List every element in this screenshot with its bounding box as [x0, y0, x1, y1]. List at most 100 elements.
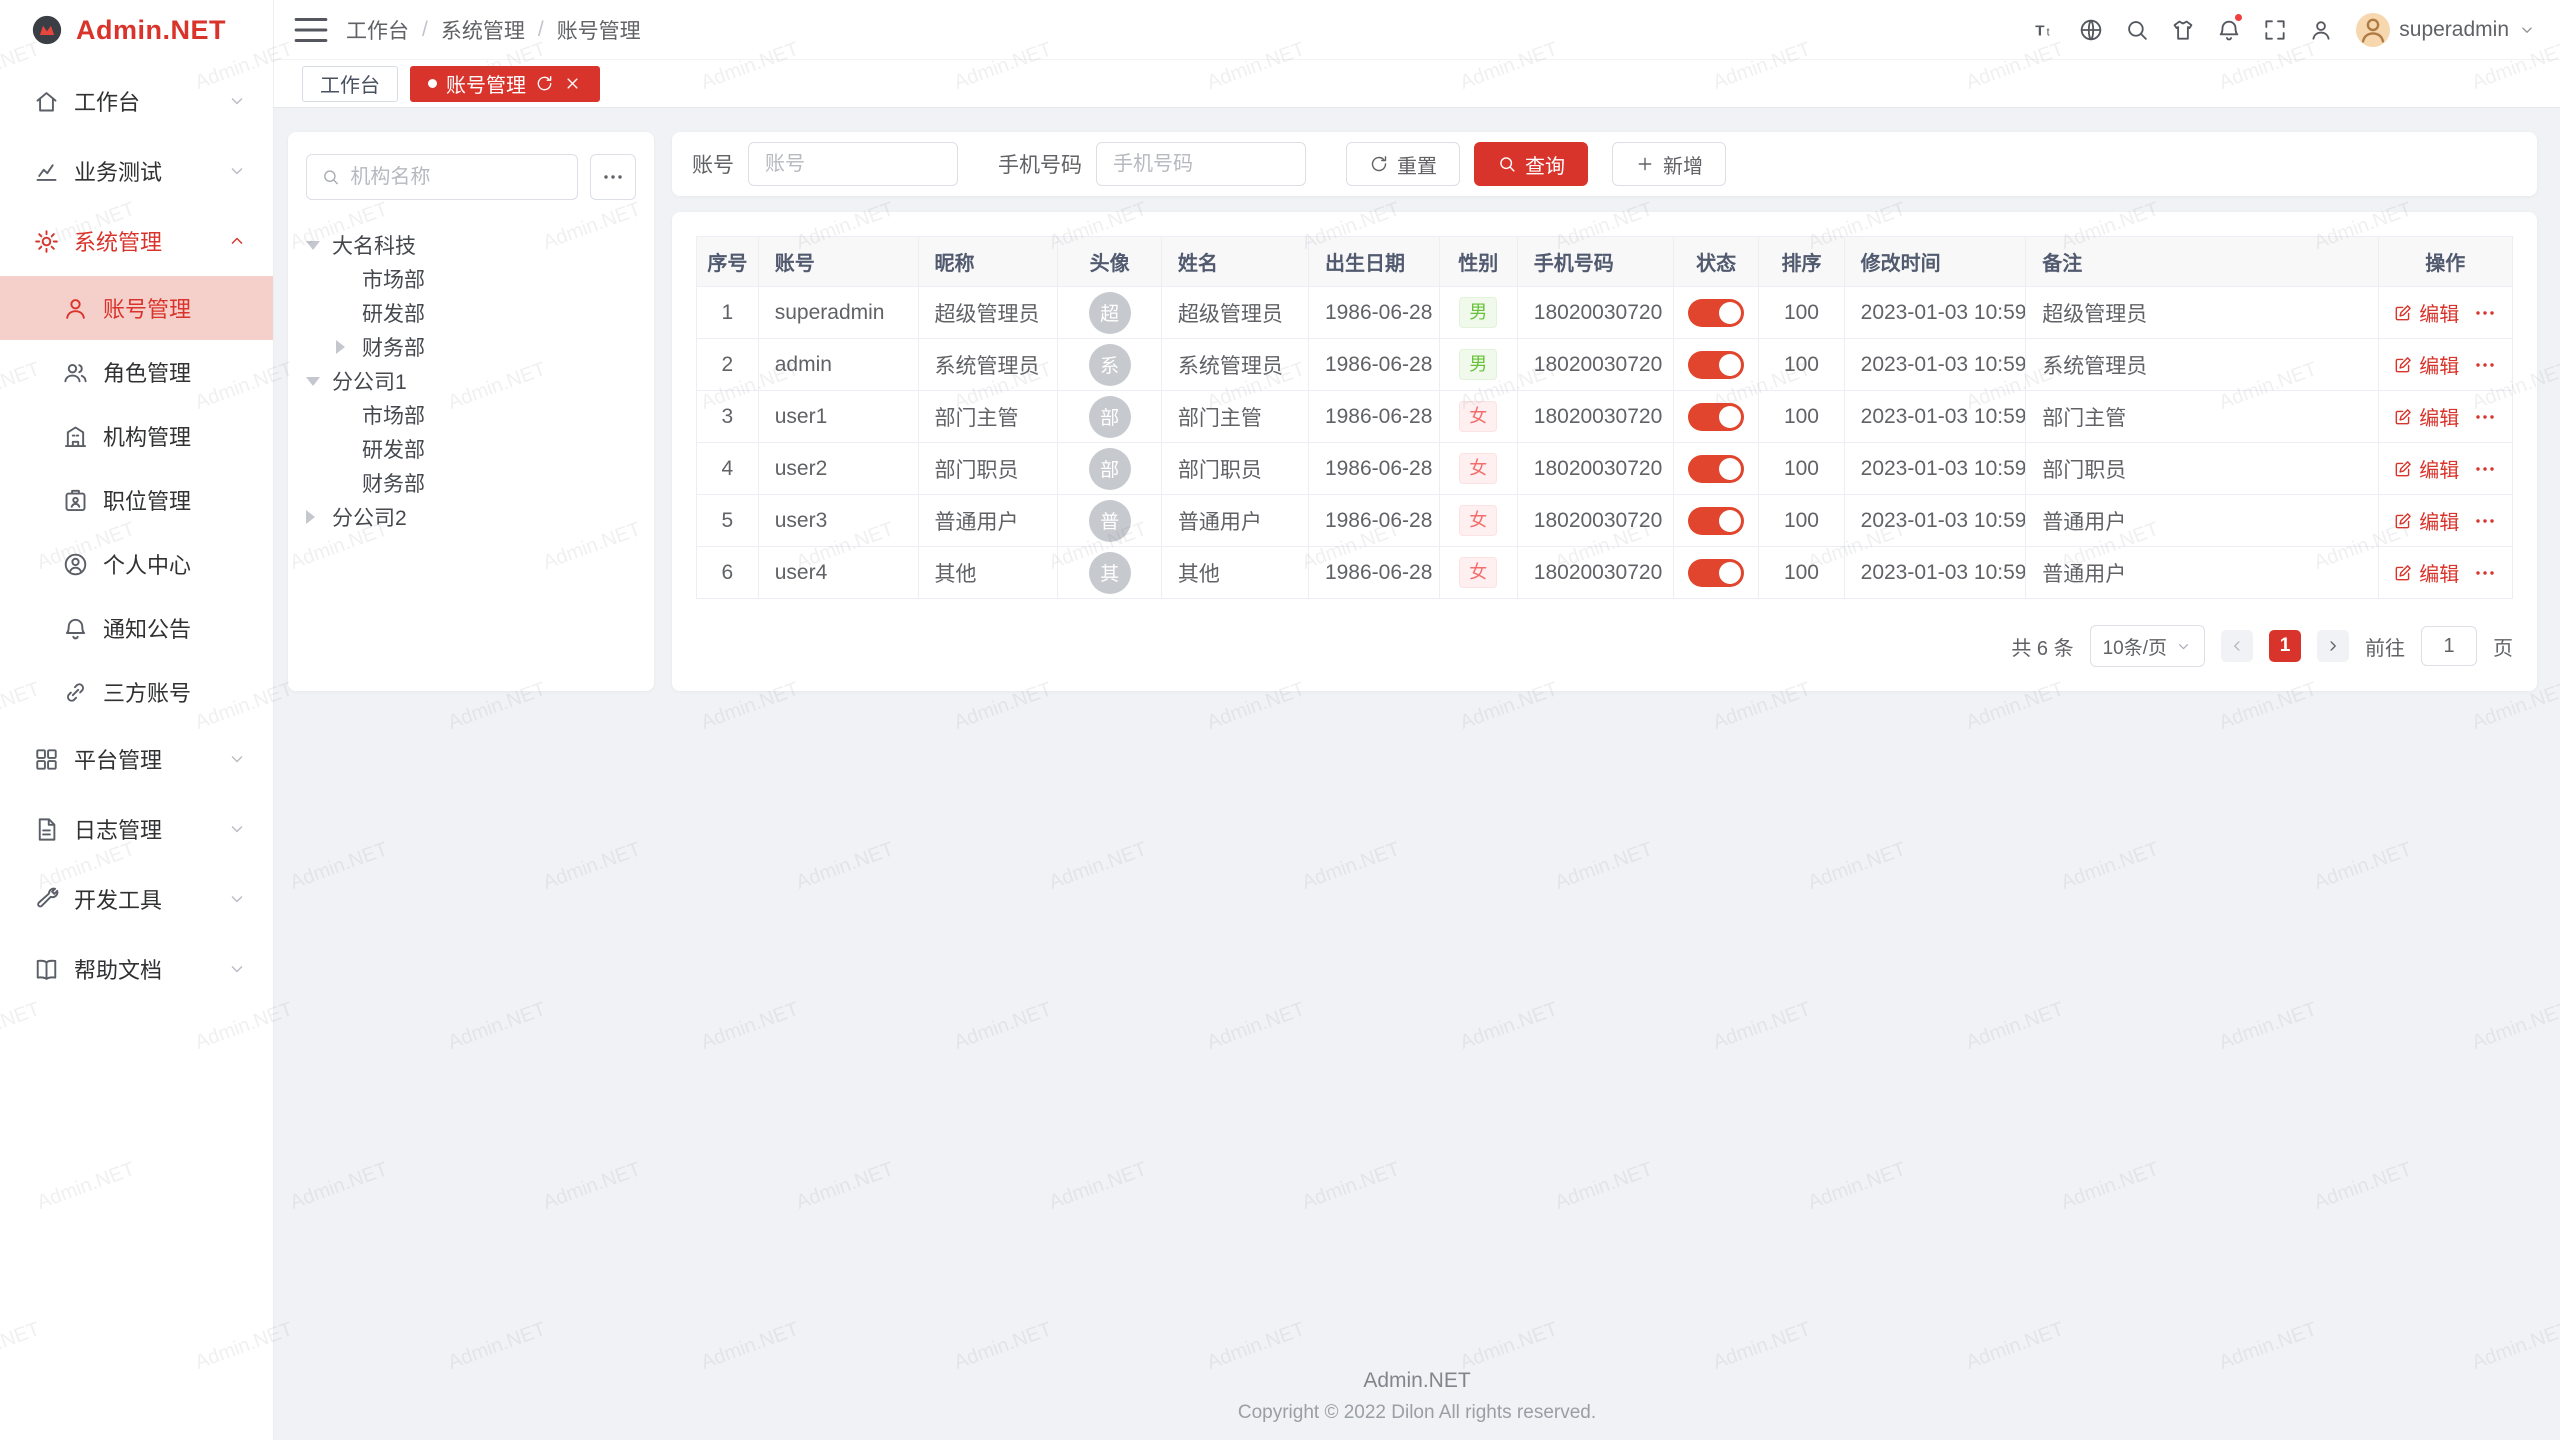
- sidebar-item-role-manage[interactable]: 角色管理: [0, 340, 273, 404]
- sidebar-item-system-manage[interactable]: 系统管理: [0, 206, 273, 276]
- user-menu[interactable]: superadmin: [2356, 13, 2536, 47]
- sidebar-item-help-doc[interactable]: 帮助文档: [0, 934, 273, 1004]
- search-button[interactable]: [2116, 7, 2158, 53]
- logo[interactable]: Admin.NET: [0, 0, 273, 60]
- page-body: 大名科技市场部研发部财务部分公司1市场部研发部财务部分公司2 账号 手机号码 重…: [274, 108, 2560, 1440]
- tree-node[interactable]: 大名科技: [306, 228, 636, 262]
- grid-icon: [33, 746, 60, 773]
- sidebar-item-platform-manage[interactable]: 平台管理: [0, 724, 273, 794]
- status-toggle[interactable]: [1688, 507, 1744, 535]
- cell-gender: 女: [1439, 443, 1517, 495]
- edit-button[interactable]: 编辑: [2393, 350, 2459, 379]
- cell-sort: 100: [1759, 391, 1844, 443]
- tree-node[interactable]: 分公司2: [306, 500, 636, 534]
- sidebar-item-dev-tools[interactable]: 开发工具: [0, 864, 273, 934]
- tree-node[interactable]: 市场部: [306, 262, 636, 296]
- home-icon: [33, 88, 60, 115]
- tree-node[interactable]: 财务部: [306, 466, 636, 500]
- cell-avatar: 部: [1058, 391, 1162, 443]
- cell-birth: 1986-06-28: [1308, 495, 1439, 547]
- status-toggle[interactable]: [1688, 351, 1744, 379]
- cell-seq: 5: [697, 495, 759, 547]
- cell-ops: 编辑: [2378, 339, 2512, 391]
- edit-button[interactable]: 编辑: [2393, 506, 2459, 535]
- tree-expand-caret[interactable]: [306, 510, 332, 524]
- sidebar-item-notice[interactable]: 通知公告: [0, 596, 273, 660]
- next-page-button[interactable]: [2317, 630, 2349, 662]
- reset-button[interactable]: 重置: [1346, 142, 1460, 186]
- goto-page-input[interactable]: [2421, 626, 2477, 666]
- edit-button[interactable]: 编辑: [2393, 402, 2459, 431]
- edit-button[interactable]: 编辑: [2393, 298, 2459, 327]
- theme-button[interactable]: [2162, 7, 2204, 53]
- status-toggle[interactable]: [1688, 455, 1744, 483]
- language-button[interactable]: [2070, 7, 2112, 53]
- table-section: 账号 手机号码 重置 查询: [672, 132, 2537, 691]
- menu-item-label: 业务测试: [74, 155, 213, 187]
- page-number-button[interactable]: 1: [2269, 630, 2301, 662]
- building-icon: [62, 423, 89, 450]
- notifications-button[interactable]: [2208, 7, 2250, 53]
- hamburger-menu-button[interactable]: [290, 7, 332, 53]
- breadcrumb-item[interactable]: 系统管理: [441, 15, 525, 45]
- edit-button[interactable]: 编辑: [2393, 558, 2459, 587]
- tab-close-button[interactable]: [563, 74, 582, 93]
- row-more-button[interactable]: [2473, 405, 2497, 429]
- org-search-input[interactable]: [350, 166, 563, 189]
- sidebar-item-org-manage[interactable]: 机构管理: [0, 404, 273, 468]
- tree-node-label: 财务部: [362, 468, 425, 498]
- sidebar-item-business-test[interactable]: 业务测试: [0, 136, 273, 206]
- org-search-field[interactable]: [306, 154, 578, 200]
- tab-account-manage[interactable]: 账号管理: [410, 66, 600, 102]
- status-toggle[interactable]: [1688, 299, 1744, 327]
- sidebar-item-log-manage[interactable]: 日志管理: [0, 794, 273, 864]
- tab-workbench[interactable]: 工作台: [302, 66, 398, 102]
- tree-expand-caret[interactable]: [306, 377, 332, 386]
- column-header: 状态: [1673, 237, 1758, 287]
- sidebar-item-account-manage[interactable]: 账号管理: [0, 276, 273, 340]
- tree-node[interactable]: 财务部: [306, 330, 636, 364]
- more-icon: [601, 165, 625, 189]
- row-more-button[interactable]: [2473, 509, 2497, 533]
- font-size-button[interactable]: Tt: [2024, 7, 2066, 53]
- prev-page-button[interactable]: [2221, 630, 2253, 662]
- add-button[interactable]: 新增: [1612, 142, 1726, 186]
- cell-birth: 1986-06-28: [1308, 443, 1439, 495]
- row-more-button[interactable]: [2473, 301, 2497, 325]
- menu-item-label: 工作台: [74, 85, 213, 117]
- tab-refresh-button[interactable]: [535, 74, 554, 93]
- cell-remark: 普通用户: [2026, 495, 2378, 547]
- tree-node[interactable]: 研发部: [306, 432, 636, 466]
- row-more-button[interactable]: [2473, 457, 2497, 481]
- status-toggle[interactable]: [1688, 403, 1744, 431]
- sidebar-item-position-manage[interactable]: 职位管理: [0, 468, 273, 532]
- fullscreen-button[interactable]: [2254, 7, 2296, 53]
- status-toggle[interactable]: [1688, 559, 1744, 587]
- sidebar-item-workbench[interactable]: 工作台: [0, 66, 273, 136]
- tree-node[interactable]: 研发部: [306, 296, 636, 330]
- account-filter-input[interactable]: [748, 142, 958, 186]
- cell-name: 普通用户: [1161, 495, 1308, 547]
- tree-more-button[interactable]: [590, 154, 636, 200]
- tree-expand-caret[interactable]: [336, 340, 362, 354]
- row-more-button[interactable]: [2473, 353, 2497, 377]
- tree-node[interactable]: 市场部: [306, 398, 636, 432]
- sidebar-item-third-account[interactable]: 三方账号: [0, 660, 273, 724]
- sidebar-item-personal-center[interactable]: 个人中心: [0, 532, 273, 596]
- breadcrumb-item[interactable]: 工作台: [346, 15, 409, 45]
- cell-sort: 100: [1759, 339, 1844, 391]
- accounts-table: 序号账号昵称头像姓名出生日期性别手机号码状态排序修改时间备注操作 1supera…: [696, 236, 2513, 599]
- page-size-select[interactable]: 10条/页: [2090, 625, 2205, 667]
- cell-avatar: 系: [1058, 339, 1162, 391]
- search-icon: [1497, 154, 1517, 174]
- tree-expand-caret[interactable]: [306, 241, 332, 250]
- user-icon: [62, 295, 89, 322]
- query-button[interactable]: 查询: [1474, 142, 1588, 186]
- cell-seq: 3: [697, 391, 759, 443]
- phone-filter-input[interactable]: [1096, 142, 1306, 186]
- profile-button[interactable]: [2300, 7, 2342, 53]
- row-more-button[interactable]: [2473, 561, 2497, 585]
- cell-birth: 1986-06-28: [1308, 391, 1439, 443]
- edit-button[interactable]: 编辑: [2393, 454, 2459, 483]
- tree-node[interactable]: 分公司1: [306, 364, 636, 398]
